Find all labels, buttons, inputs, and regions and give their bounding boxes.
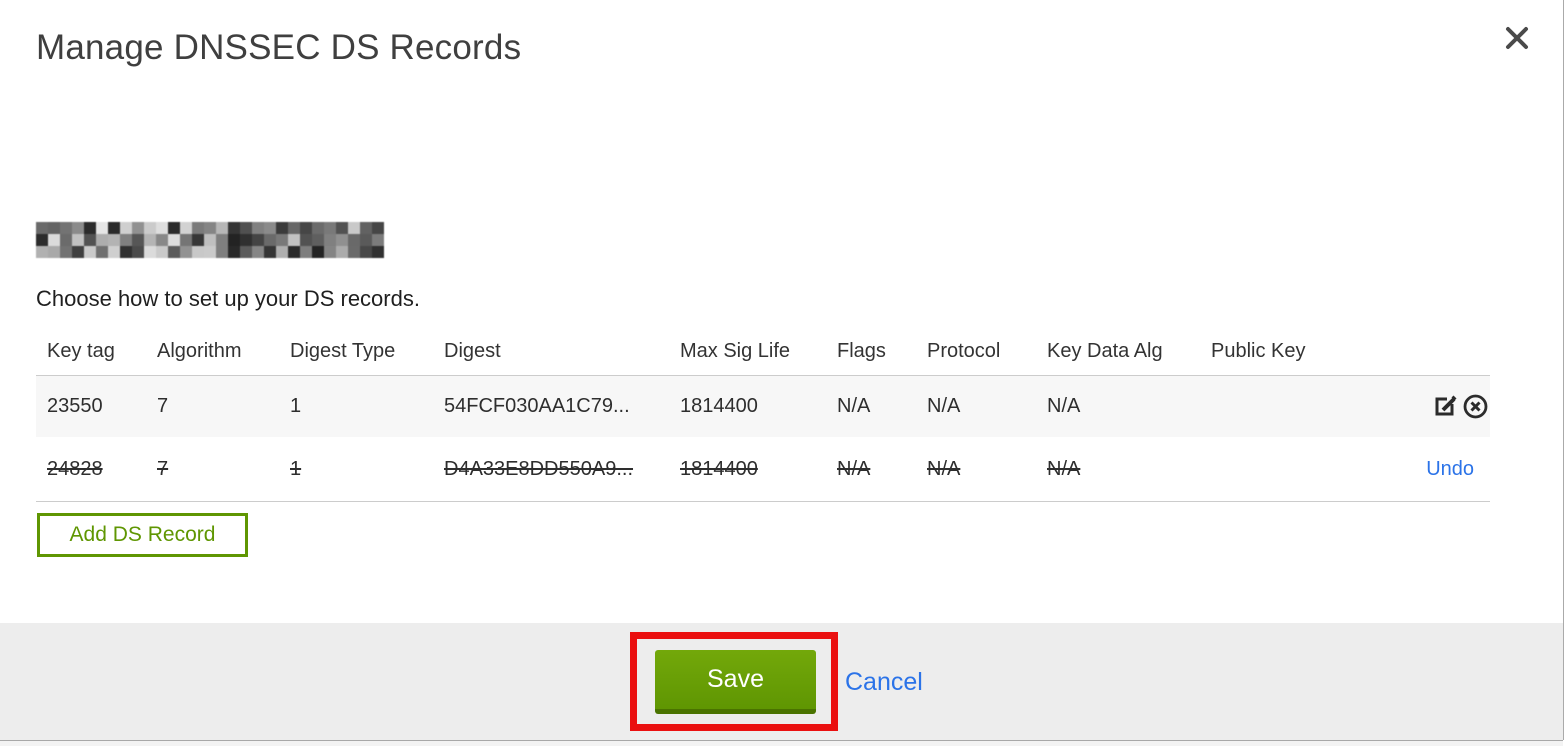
column-header-key-data-alg: Key Data Alg bbox=[1047, 340, 1163, 362]
table-header-row: Key tag Algorithm Digest Type Digest Max… bbox=[36, 328, 1490, 375]
cell-protocol: N/A bbox=[927, 457, 961, 480]
column-header-max-sig-life: Max Sig Life bbox=[680, 340, 791, 362]
cell-key-data-alg: N/A bbox=[1047, 395, 1081, 417]
cell-key-tag: 24828 bbox=[47, 457, 103, 480]
cell-digest-type: 1 bbox=[290, 457, 302, 480]
column-header-protocol: Protocol bbox=[927, 340, 1001, 362]
column-header-digest-type: Digest Type bbox=[290, 340, 396, 362]
redacted-domain-name bbox=[36, 222, 384, 258]
close-icon[interactable] bbox=[1501, 22, 1533, 54]
cell-algorithm: 7 bbox=[157, 457, 169, 480]
cell-key-tag: 23550 bbox=[47, 395, 103, 417]
table-row-deleted: 24828 7 1 D4A33E8DD550A9... 1814400 N/A … bbox=[36, 437, 1490, 502]
cell-algorithm: 7 bbox=[157, 395, 169, 417]
circle-x-icon[interactable] bbox=[1461, 392, 1490, 421]
page-title: Manage DNSSEC DS Records bbox=[36, 28, 522, 67]
undo-link[interactable]: Undo bbox=[1426, 458, 1490, 481]
cell-digest: D4A33E8DD550A9... bbox=[444, 457, 634, 480]
ds-records-table: Key tag Algorithm Digest Type Digest Max… bbox=[36, 328, 1490, 502]
cell-digest: 54FCF030AA1C79... bbox=[444, 395, 630, 417]
page-behind-strip bbox=[0, 741, 1563, 746]
cell-key-data-alg: N/A bbox=[1047, 457, 1081, 480]
column-header-flags: Flags bbox=[837, 340, 886, 362]
modal-right-border bbox=[1563, 0, 1564, 740]
cell-flags: N/A bbox=[837, 457, 871, 480]
manage-dnssec-modal: Manage DNSSEC DS Records Choose how to s… bbox=[0, 0, 1568, 746]
cell-max-sig-life: 1814400 bbox=[680, 395, 758, 417]
cell-digest-type: 1 bbox=[290, 395, 302, 417]
column-header-key-tag: Key tag bbox=[47, 340, 115, 362]
edit-pencil-square-icon[interactable] bbox=[1432, 392, 1461, 421]
table-row: 23550 7 1 54FCF030AA1C79... 1814400 N/A … bbox=[36, 375, 1490, 437]
column-header-public-key: Public Key bbox=[1211, 340, 1306, 362]
cell-max-sig-life: 1814400 bbox=[680, 457, 758, 480]
column-header-algorithm: Algorithm bbox=[157, 340, 242, 362]
cancel-link[interactable]: Cancel bbox=[845, 668, 923, 697]
column-header-digest: Digest bbox=[444, 340, 501, 362]
cell-flags: N/A bbox=[837, 395, 871, 417]
instruction-text: Choose how to set up your DS records. bbox=[36, 286, 420, 311]
add-ds-record-button[interactable]: Add DS Record bbox=[37, 513, 248, 557]
cell-protocol: N/A bbox=[927, 395, 961, 417]
save-button[interactable]: Save bbox=[655, 650, 816, 714]
